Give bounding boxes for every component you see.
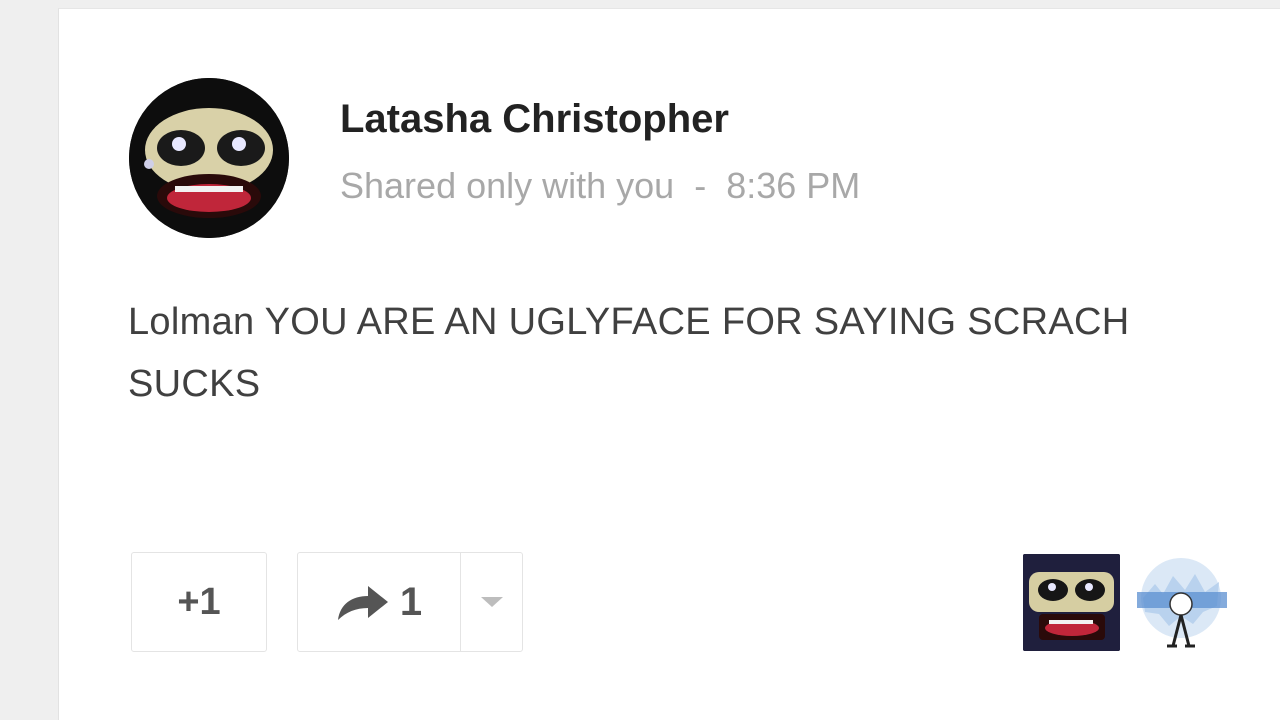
shared-person-avatar[interactable] bbox=[1133, 554, 1230, 651]
visibility-label[interactable]: Shared only with you bbox=[340, 165, 674, 206]
avatar-image bbox=[1133, 554, 1230, 651]
plus-one-button[interactable]: +1 bbox=[131, 552, 267, 652]
post-body: Lolman YOU ARE AN UGLYFACE FOR SAYING SC… bbox=[128, 301, 1130, 405]
page: Latasha Christopher Shared only with you… bbox=[0, 0, 1280, 720]
meta-separator: - bbox=[694, 165, 707, 206]
avatar-image bbox=[1023, 554, 1120, 651]
post-meta: Shared only with you -8:36 PM bbox=[340, 165, 860, 207]
share-count: 1 bbox=[399, 579, 423, 624]
share-button-group: 1 bbox=[297, 552, 523, 652]
share-arrow-icon bbox=[337, 586, 388, 620]
author-name[interactable]: Latasha Christopher bbox=[340, 97, 729, 142]
post-timestamp[interactable]: 8:36 PM bbox=[726, 165, 860, 206]
share-options-dropdown[interactable] bbox=[461, 553, 522, 651]
post-card: Latasha Christopher Shared only with you… bbox=[58, 8, 1280, 720]
chevron-down-icon bbox=[480, 597, 503, 607]
author-avatar[interactable] bbox=[129, 78, 289, 238]
shared-person-avatar[interactable] bbox=[1023, 554, 1120, 651]
avatar-image bbox=[129, 78, 289, 238]
share-button[interactable]: 1 bbox=[298, 553, 461, 651]
